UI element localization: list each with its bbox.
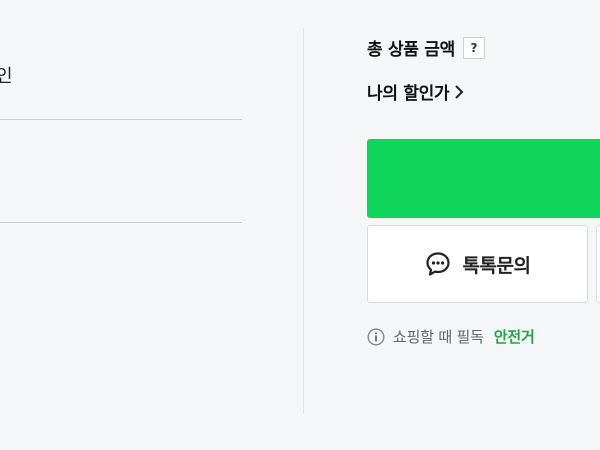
talktalk-inquiry-label: 톡톡문의 <box>462 254 531 277</box>
left-divider-top <box>0 119 242 120</box>
notice-text: 쇼핑할 때 필독 <box>393 328 484 346</box>
info-icon <box>367 327 385 346</box>
shopping-notice: 쇼핑할 때 필독 안전거 <box>367 326 535 347</box>
option-label-partial: 인 <box>0 66 13 87</box>
talktalk-inquiry-button[interactable]: 톡톡문의 <box>367 225 588 303</box>
safe-transaction-link[interactable]: 안전거 <box>494 326 535 347</box>
buy-button[interactable] <box>367 139 600 218</box>
chevron-right-icon <box>455 84 464 99</box>
question-mark-icon[interactable]: ? <box>462 36 485 59</box>
left-divider-bottom <box>0 222 242 223</box>
product-purchase-panel: 인 총 상품 금액 ? 나의 할인가 톡톡문의 쇼핑할 때 필독 안전거 <box>0 0 600 450</box>
total-price-row: 총 상품 금액 ? <box>367 35 485 60</box>
my-discount-label: 나의 할인가 <box>367 84 450 104</box>
chat-bubble-icon <box>425 252 450 276</box>
my-discount-link[interactable]: 나의 할인가 <box>367 79 465 104</box>
column-divider <box>303 28 304 414</box>
secondary-action-button[interactable] <box>596 225 600 303</box>
total-price-label: 총 상품 금액 <box>367 40 455 60</box>
